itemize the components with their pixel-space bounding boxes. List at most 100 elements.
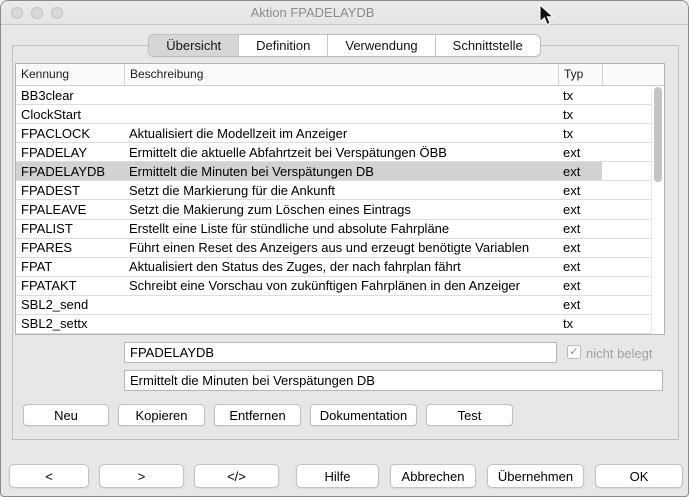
cell-typ: ext	[558, 162, 602, 180]
cell-beschreibung	[124, 105, 558, 123]
cell-beschreibung	[124, 296, 558, 314]
cell-beschreibung: Erstellt eine Liste für stündliche und a…	[124, 220, 558, 238]
table-body: BB3cleartxClockStarttxFPACLOCKAktualisie…	[16, 86, 664, 334]
cell-beschreibung: Setzt die Markierung für die Ankunft	[124, 181, 558, 199]
vertical-scrollbar-thumb[interactable]	[654, 87, 662, 182]
cell-beschreibung: Ermittelt die Minuten bei Verspätungen D…	[124, 162, 558, 180]
cell-typ: ext	[558, 143, 602, 161]
action-button-row: Neu Kopieren Entfernen Dokumentation Test	[23, 404, 513, 426]
cell-beschreibung: Schreibt eine Vorschau von zukünftigen F…	[124, 277, 558, 295]
cell-kennung: ClockStart	[16, 105, 124, 123]
cell-kennung: SBL2_send	[16, 296, 124, 314]
table-header: Kennung Beschreibung Typ	[16, 64, 664, 86]
cell-typ: ext	[558, 239, 602, 257]
table-row[interactable]: FPADELAYDBErmittelt die Minuten bei Vers…	[16, 162, 651, 181]
cell-filler	[602, 162, 651, 180]
uebernehmen-button[interactable]: Übernehmen	[487, 464, 584, 488]
tab-definition[interactable]: Definition	[238, 35, 327, 56]
beschreibung-input[interactable]	[124, 370, 663, 391]
cell-beschreibung: Führt einen Reset des Anzeigers aus und …	[124, 239, 558, 257]
tab-bar: ÜbersichtDefinitionVerwendungSchnittstel…	[1, 34, 688, 57]
title-bar: Aktion FPADELAYDB	[1, 1, 688, 25]
test-button[interactable]: Test	[426, 404, 513, 426]
cell-kennung: FPAT	[16, 258, 124, 276]
cell-kennung: BB3clear	[16, 86, 124, 104]
table-row[interactable]: FPALISTErstellt eine Liste für stündlich…	[16, 220, 651, 239]
cell-typ: tx	[558, 315, 602, 333]
table-row[interactable]: FPALEAVESetzt die Makierung zum Löschen …	[16, 200, 651, 219]
cell-filler	[602, 277, 651, 295]
cell-beschreibung: Aktualisiert die Modellzeit im Anzeiger	[124, 124, 558, 142]
cell-typ: tx	[558, 124, 602, 142]
cell-filler	[602, 315, 651, 333]
cell-kennung: FPATAKT	[16, 277, 124, 295]
code-button[interactable]: </>	[194, 464, 279, 488]
cell-filler	[602, 296, 651, 314]
column-header-kennung[interactable]: Kennung	[16, 64, 124, 85]
table-row[interactable]: SBL2_send ext	[16, 296, 651, 315]
cell-filler	[602, 200, 651, 218]
kopieren-button[interactable]: Kopieren	[118, 404, 205, 426]
bottom-button-row: < > </> Hilfe Abbrechen Übernehmen OK	[9, 464, 683, 488]
cell-beschreibung: Ermittelt die aktuelle Abfahrtzeit bei V…	[124, 143, 558, 161]
cell-filler	[602, 258, 651, 276]
cell-filler	[602, 86, 651, 104]
column-header-typ[interactable]: Typ	[558, 64, 602, 85]
abbrechen-button[interactable]: Abbrechen	[390, 464, 476, 488]
neu-button[interactable]: Neu	[23, 404, 109, 426]
table-row[interactable]: FPACLOCKAktualisiert die Modellzeit im A…	[16, 124, 651, 143]
table-row[interactable]: FPADESTSetzt die Markierung für die Anku…	[16, 181, 651, 200]
table-row[interactable]: SBL2_settx tx	[16, 315, 651, 334]
table-row[interactable]: FPATAktualisiert den Status des Zuges, d…	[16, 258, 651, 277]
cell-typ: ext	[558, 181, 602, 199]
nicht-belegt-label: nicht belegt	[586, 346, 653, 361]
column-header-filler	[602, 64, 664, 85]
table-rows: BB3cleartxClockStarttxFPACLOCKAktualisie…	[16, 86, 651, 334]
kennung-input[interactable]	[124, 342, 557, 363]
cell-typ: ext	[558, 277, 602, 295]
cell-kennung: FPALEAVE	[16, 200, 124, 218]
hilfe-button[interactable]: Hilfe	[296, 464, 379, 488]
cell-filler	[602, 239, 651, 257]
cell-kennung: FPACLOCK	[16, 124, 124, 142]
cell-kennung: SBL2_settx	[16, 315, 124, 333]
tab-uebersicht[interactable]: Übersicht	[149, 35, 238, 56]
cell-beschreibung	[124, 315, 558, 333]
action-table: Kennung Beschreibung Typ BB3cleartxClock…	[15, 63, 665, 335]
nicht-belegt-checkbox[interactable]: ✓	[567, 345, 581, 359]
cell-filler	[602, 105, 651, 123]
ok-button[interactable]: OK	[595, 464, 683, 488]
prev-button[interactable]: <	[9, 464, 89, 488]
cell-beschreibung	[124, 86, 558, 104]
next-button[interactable]: >	[99, 464, 184, 488]
table-row[interactable]: FPATAKTSchreibt eine Vorschau von zukünf…	[16, 277, 651, 296]
cell-beschreibung: Aktualisiert den Status des Zuges, der n…	[124, 258, 558, 276]
cell-kennung: FPADELAYDB	[16, 162, 124, 180]
cell-typ: ext	[558, 296, 602, 314]
cell-filler	[602, 220, 651, 238]
cell-filler	[602, 143, 651, 161]
tab-schnittstelle[interactable]: Schnittstelle	[435, 35, 540, 56]
window-title: Aktion FPADELAYDB	[1, 1, 624, 24]
table-row[interactable]: FPARESFührt einen Reset des Anzeigers au…	[16, 239, 651, 258]
cell-typ: ext	[558, 220, 602, 238]
table-row[interactable]: FPADELAYErmittelt die aktuelle Abfahrtze…	[16, 143, 651, 162]
cell-kennung: FPADEST	[16, 181, 124, 199]
tab-verwendung[interactable]: Verwendung	[327, 35, 434, 56]
cell-typ: ext	[558, 200, 602, 218]
cell-kennung: FPADELAY	[16, 143, 124, 161]
column-header-beschreibung[interactable]: Beschreibung	[124, 64, 558, 85]
dialog-window: Aktion FPADELAYDB ÜbersichtDefinitionVer…	[0, 0, 689, 497]
entfernen-button[interactable]: Entfernen	[214, 404, 301, 426]
cell-beschreibung: Setzt die Makierung zum Löschen eines Ei…	[124, 200, 558, 218]
table-row[interactable]: ClockStart tx	[16, 105, 651, 124]
dokumentation-button[interactable]: Dokumentation	[310, 404, 417, 426]
table-row[interactable]: BB3clear tx	[16, 86, 651, 105]
cell-kennung: FPALIST	[16, 220, 124, 238]
tab-control: ÜbersichtDefinitionVerwendungSchnittstel…	[148, 34, 541, 57]
vertical-scrollbar[interactable]	[651, 86, 664, 334]
cell-kennung: FPARES	[16, 239, 124, 257]
cell-typ: tx	[558, 105, 602, 123]
cell-typ: tx	[558, 86, 602, 104]
cell-filler	[602, 181, 651, 199]
